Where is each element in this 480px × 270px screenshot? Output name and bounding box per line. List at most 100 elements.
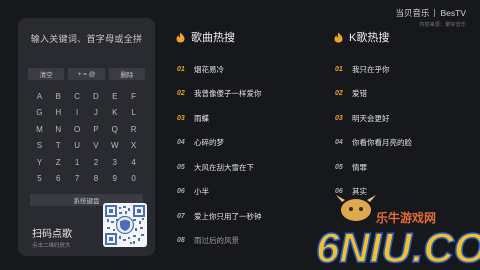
key-1[interactable]: 1 <box>68 154 87 171</box>
song-row[interactable]: 01 烟花易冷 <box>177 57 262 82</box>
clear-button[interactable]: 清空 <box>28 68 65 80</box>
key-r[interactable]: R <box>124 121 143 138</box>
key-0[interactable]: 0 <box>124 171 143 188</box>
k-chart-header: K歌热搜 <box>334 29 389 45</box>
rank-number: 02 <box>335 90 343 98</box>
song-name: 我曾像傻子一样爱你 <box>194 89 262 99</box>
key-q[interactable]: Q <box>105 121 124 138</box>
key-6[interactable]: 6 <box>49 171 68 188</box>
brand-divider <box>434 9 436 17</box>
rank-number: 03 <box>177 114 185 122</box>
key-j[interactable]: J <box>87 105 106 122</box>
key-9[interactable]: 9 <box>105 171 124 188</box>
song-name: 雨过后的风景 <box>194 236 239 246</box>
song-name: 心碎的梦 <box>194 138 224 148</box>
song-row[interactable]: 05 大风在刮大雪在下 <box>177 155 262 180</box>
song-name: 大风在刮大雪在下 <box>194 162 254 172</box>
song-name: 你看你看月亮的脸 <box>352 138 412 148</box>
key-y[interactable]: Y <box>30 154 49 171</box>
key-t[interactable]: T <box>49 138 68 155</box>
key-v[interactable]: V <box>87 138 106 155</box>
song-row[interactable]: 03 雨蝶 <box>177 106 262 131</box>
brand-subtitle: 内容来源：聚好音乐 <box>419 22 466 28</box>
mascot-head <box>341 199 371 221</box>
rank-number: 07 <box>177 212 185 220</box>
brand-name: 当贝音乐 <box>395 8 430 18</box>
song-row[interactable]: 08 雨过后的风景 <box>177 229 262 254</box>
key-7[interactable]: 7 <box>68 171 87 188</box>
scan-title: 扫码点歌 <box>32 229 72 240</box>
song-name: 我只在乎你 <box>352 64 390 74</box>
key-2[interactable]: 2 <box>87 154 106 171</box>
scan-subtitle: 点击二维码放大 <box>32 243 71 249</box>
flame-icon <box>334 32 343 42</box>
delete-button[interactable]: 删除 <box>108 68 145 80</box>
key-f[interactable]: F <box>124 88 143 105</box>
qr-code[interactable] <box>103 203 147 247</box>
key-8[interactable]: 8 <box>87 171 106 188</box>
song-row[interactable]: 02 我曾像傻子一样爱你 <box>177 82 262 107</box>
search-input[interactable]: 输入关键词、首字母或全拼 <box>18 32 155 45</box>
rank-number: 04 <box>335 139 343 147</box>
song-name: 爱错 <box>352 89 367 99</box>
key-d[interactable]: D <box>87 88 106 105</box>
key-w[interactable]: W <box>105 138 124 155</box>
flame-icon <box>176 32 185 42</box>
rank-number: 08 <box>177 237 185 245</box>
k-song-row[interactable]: 02 爱错 <box>335 82 412 107</box>
key-b[interactable]: B <box>49 88 68 105</box>
rank-number: 01 <box>335 65 343 73</box>
key-h[interactable]: H <box>49 105 68 122</box>
song-row[interactable]: 04 心碎的梦 <box>177 131 262 156</box>
key-3[interactable]: 3 <box>105 154 124 171</box>
k-song-row[interactable]: 03 明天会更好 <box>335 106 412 131</box>
key-e[interactable]: E <box>105 88 124 105</box>
song-chart-list: 01 烟花易冷 02 我曾像傻子一样爱你 03 雨蝶 04 心碎的梦 05 大风在刮大雪在下 06 小… <box>177 57 262 253</box>
rank-number: 05 <box>335 163 343 171</box>
song-name: 爱上你只用了一秒钟 <box>194 211 262 221</box>
key-p[interactable]: P <box>87 121 106 138</box>
key-l[interactable]: L <box>124 105 143 122</box>
watermark-small-text: 乐牛游戏网 <box>376 210 436 225</box>
k-chart-title: K歌热搜 <box>349 32 390 44</box>
key-u[interactable]: U <box>68 138 87 155</box>
key-z[interactable]: Z <box>49 154 68 171</box>
key-g[interactable]: G <box>30 105 49 122</box>
song-name: 情罪 <box>352 162 367 172</box>
brand-logo: 当贝音乐 BesTV 内容来源：聚好音乐 <box>395 7 466 28</box>
key-m[interactable]: M <box>30 121 49 138</box>
key-a[interactable]: A <box>30 88 49 105</box>
key-5[interactable]: 5 <box>30 171 49 188</box>
song-chart-title: 歌曲热搜 <box>191 32 235 44</box>
song-row[interactable]: 07 爱上你只用了一秒钟 <box>177 204 262 229</box>
rank-number: 06 <box>177 188 185 196</box>
song-row[interactable]: 06 小半 <box>177 180 262 205</box>
rank-number: 02 <box>177 90 185 98</box>
k-chart-list: 01 我只在乎你 02 爱错 03 明天会更好 04 你看你看月亮的脸 05 情罪 06 其实 <box>335 57 412 204</box>
song-name: 明天会更好 <box>352 113 390 123</box>
key-k[interactable]: K <box>105 105 124 122</box>
key-n[interactable]: N <box>49 121 68 138</box>
key-c[interactable]: C <box>68 88 87 105</box>
key-s[interactable]: S <box>30 138 49 155</box>
watermark-big-text: 6NIU.COM <box>316 224 480 270</box>
song-name: 小半 <box>194 187 209 197</box>
song-name: 雨蝶 <box>194 113 209 123</box>
song-chart-header: 歌曲热搜 <box>176 29 235 45</box>
k-song-row[interactable]: 04 你看你看月亮的脸 <box>335 131 412 156</box>
song-name: 烟花易冷 <box>194 64 224 74</box>
k-song-row[interactable]: 01 我只在乎你 <box>335 57 412 82</box>
key-i[interactable]: I <box>68 105 87 122</box>
key-o[interactable]: O <box>68 121 87 138</box>
symbols-button[interactable]: + = @ <box>68 68 105 80</box>
key-x[interactable]: X <box>124 138 143 155</box>
watermark-logo: 乐牛游戏网 6NIU.COM <box>316 195 480 270</box>
qr-code-image <box>105 205 145 245</box>
rank-number: 05 <box>177 163 185 171</box>
search-keyboard-panel: 输入关键词、首字母或全拼 清空 + = @ 删除 ABCDEF GHIJKL MNO… <box>18 18 155 256</box>
function-key-row: 清空 + = @ 删除 <box>28 68 145 80</box>
key-4[interactable]: 4 <box>124 154 143 171</box>
rank-number: 01 <box>177 65 185 73</box>
k-song-row[interactable]: 05 情罪 <box>335 155 412 180</box>
brand-partner: BesTV <box>440 8 466 18</box>
